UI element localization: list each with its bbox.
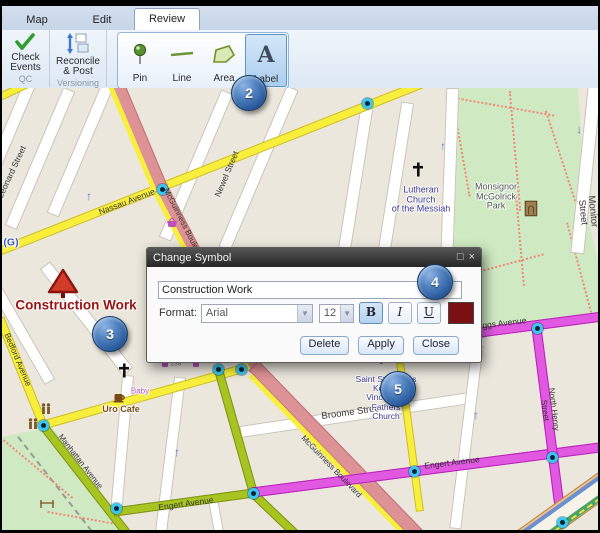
vertex-dot [532, 323, 543, 334]
chevron-down-icon[interactable]: ▼ [297, 305, 312, 322]
font-family-select[interactable]: Arial ▼ [201, 304, 313, 323]
tab-review[interactable]: Review [134, 8, 200, 30]
church-name-label: Lutheran Church of the Messiah [392, 185, 451, 214]
window-maximize-icon[interactable]: □ [457, 252, 464, 263]
bench-icon [39, 496, 55, 514]
reconcile-icon [66, 33, 90, 57]
application-window: Map Edit Review Check Events QC [0, 0, 600, 533]
dialog-title: Change Symbol [153, 252, 452, 264]
cross-icon [117, 363, 131, 384]
monitor-street-label: Monitor Street [575, 195, 598, 229]
pedestrians-icon [27, 417, 39, 435]
north-henry-street-label: North Henry Street [537, 385, 560, 436]
vertex-dot [213, 364, 224, 375]
ribbon-group-qc: Check Events QC [2, 30, 50, 87]
street [338, 101, 374, 251]
building-icon [525, 201, 538, 222]
format-label: Format: [159, 307, 197, 319]
bold-button[interactable]: B [359, 302, 383, 324]
font-size-select[interactable]: 12 ▼ [319, 304, 354, 323]
vertex-dot [38, 420, 49, 431]
apply-button[interactable]: Apply [358, 336, 404, 355]
callout-badge-5: 5 [380, 371, 416, 407]
delete-button[interactable]: Delete [300, 336, 350, 355]
line-button[interactable]: Line [161, 34, 203, 85]
construction-work-label[interactable]: Construction Work [15, 299, 136, 314]
line-icon [170, 34, 194, 73]
nassau-avenue-label: Nassau Avenue [98, 187, 157, 217]
oneway-arrow-icon: ↑ [576, 125, 582, 137]
vertex-dot [409, 466, 420, 477]
vertex-dot [111, 503, 122, 514]
street [449, 344, 483, 529]
vertex-dot [248, 488, 259, 499]
oneway-arrow-icon: ↑ [473, 409, 479, 421]
callout-badge-4: 4 [417, 264, 453, 300]
ribbon-tab-bar: Map Edit Review [2, 6, 598, 30]
tab-edit[interactable]: Edit [80, 11, 124, 30]
close-button[interactable]: Close [413, 336, 459, 355]
cross-icon [411, 162, 425, 183]
window-close-icon[interactable]: × [469, 252, 475, 263]
oneway-arrow-icon: ↑ [86, 190, 92, 202]
underline-button[interactable]: U [417, 302, 441, 324]
pin-button[interactable]: Pin [119, 34, 161, 85]
vertex-dot [362, 98, 373, 109]
check-events-button[interactable]: Check Events [6, 32, 45, 74]
chevron-down-icon[interactable]: ▼ [340, 305, 353, 322]
pin-icon [130, 34, 150, 73]
shop-name-label: Baby [131, 388, 149, 397]
group-label-qc: QC [2, 74, 49, 87]
oneway-arrow-icon: ↑ [174, 446, 180, 458]
group-label-versioning: Versioning [50, 78, 106, 88]
vertex-dot [236, 364, 247, 375]
ribbon-group-versioning: Reconcile & Post Versioning [50, 30, 107, 87]
reconcile-post-button[interactable]: Reconcile & Post [52, 32, 104, 78]
oneway-arrow-icon: ↑ [440, 140, 446, 152]
vertex-dot [547, 452, 558, 463]
street [378, 101, 414, 251]
ribbon-group-markup: Pin Line Area [107, 30, 299, 87]
label-icon: A [257, 35, 274, 74]
callout-badge-2: 2 [231, 75, 267, 111]
tab-map[interactable]: Map [10, 11, 64, 30]
newel-street-label: Newel Street [213, 150, 240, 198]
cafe-name-label: Uro Cafe [102, 405, 140, 415]
italic-button[interactable]: I [388, 302, 412, 324]
subway-station-label: (G) [3, 237, 18, 248]
ribbon: Map Edit Review Check Events QC [2, 6, 598, 89]
vertex-dot [557, 517, 568, 528]
callout-badge-3: 3 [92, 316, 128, 352]
area-icon [212, 34, 236, 73]
format-row: Format: Arial ▼ 12 ▼ B I U [159, 303, 474, 323]
check-icon [14, 33, 36, 53]
pedestrians-icon [40, 402, 52, 420]
park-name-label: Monsignor McGolrick Park [475, 182, 517, 211]
color-swatch[interactable] [448, 302, 474, 324]
